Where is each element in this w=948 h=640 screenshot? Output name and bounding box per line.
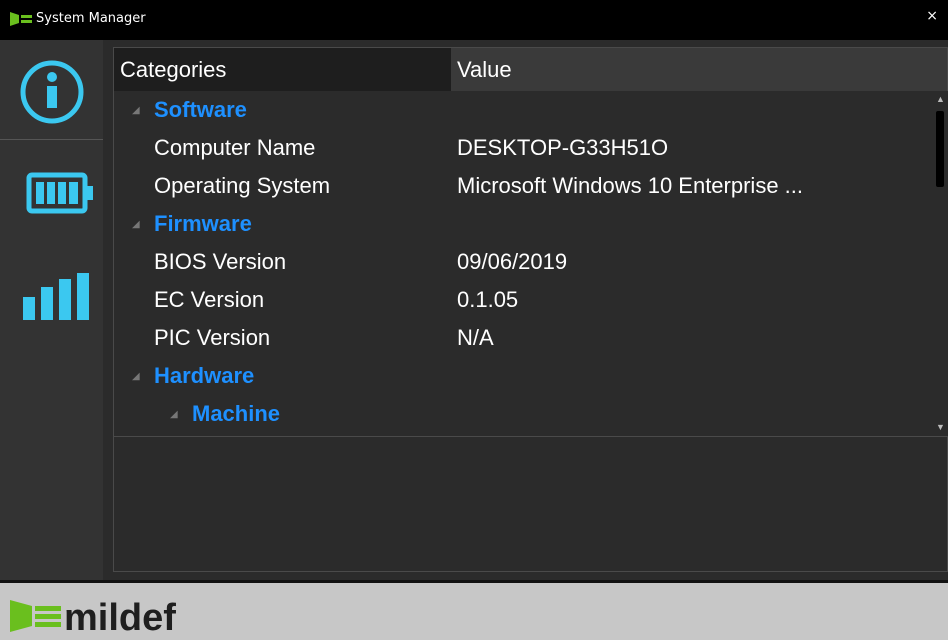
title-bar: System Manager × — [0, 0, 948, 40]
row-value: N/A — [457, 325, 494, 350]
grid-rows: ◢ Software Computer Name DESKTOP-G33H51O Ope… — [114, 91, 932, 436]
expand-arrow-icon[interactable]: ◢ — [132, 358, 140, 396]
grid-row[interactable]: EC Version 0.1.05 — [114, 281, 932, 319]
scroll-down-arrow-icon[interactable]: ▼ — [932, 419, 948, 436]
grid-row[interactable]: PIC Version N/A — [114, 319, 932, 357]
row-category: Firmware — [154, 211, 252, 236]
row-value: 09/06/2019 — [457, 249, 568, 274]
grid-row[interactable]: Computer Name DESKTOP-G33H51O — [114, 129, 932, 167]
expand-arrow-icon[interactable]: ◢ — [132, 92, 140, 130]
row-category: PIC Version — [154, 325, 271, 350]
mildef-logo: mildef — [10, 597, 176, 636]
sidebar-item-battery[interactable] — [0, 158, 103, 228]
footer-bar: mildef — [0, 580, 948, 640]
column-header-value[interactable]: Value — [451, 48, 947, 91]
expand-arrow-icon[interactable]: ◢ — [132, 206, 140, 244]
info-icon — [20, 60, 84, 124]
row-value: Microsoft Windows 10 Enterprise ... — [457, 173, 804, 198]
main-panel: Categories Value ◢ Software Computer Name D… — [103, 40, 948, 580]
row-category: BIOS Version — [154, 249, 287, 274]
row-value: 0.1.05 — [457, 287, 519, 312]
row-category: Machine — [192, 401, 281, 426]
scroll-up-arrow-icon[interactable]: ▲ — [932, 91, 948, 108]
expand-arrow-icon[interactable]: ◢ — [170, 396, 178, 434]
row-category: Software — [154, 97, 247, 122]
grid-row[interactable]: Operating System Microsoft Windows 10 Ent… — [114, 167, 932, 205]
close-button[interactable]: × — [926, 8, 938, 24]
row-value: DESKTOP-G33H51O — [457, 135, 669, 160]
sidebar — [0, 40, 103, 580]
scroll-thumb[interactable] — [936, 111, 944, 187]
row-category: Operating System — [154, 173, 331, 198]
grid-group-row[interactable]: ◢ Firmware — [114, 205, 932, 243]
row-category: EC Version — [154, 287, 265, 312]
property-grid: Categories Value ◢ Software Computer Name D… — [113, 47, 948, 572]
logo-text: mildef — [64, 597, 176, 636]
sidebar-item-info[interactable] — [0, 43, 103, 140]
app-logo-icon — [10, 12, 32, 26]
grid-group-row[interactable]: ◢ Hardware — [114, 357, 932, 395]
battery-icon — [26, 172, 93, 214]
window-title: System Manager — [36, 11, 146, 26]
row-category: Hardware — [154, 363, 255, 388]
grid-row[interactable]: BIOS Version 09/06/2019 — [114, 243, 932, 281]
column-header-categories[interactable]: Categories — [114, 48, 451, 91]
grid-group-row[interactable]: ◢ Machine — [114, 395, 932, 433]
vertical-scrollbar[interactable]: ▲ ▼ — [932, 91, 948, 436]
sidebar-item-signal[interactable] — [0, 260, 103, 340]
grid-group-row[interactable]: ◢ Software — [114, 91, 932, 129]
row-category: Computer Name — [154, 135, 316, 160]
signal-bars-icon — [23, 273, 89, 320]
detail-pane — [114, 437, 947, 571]
